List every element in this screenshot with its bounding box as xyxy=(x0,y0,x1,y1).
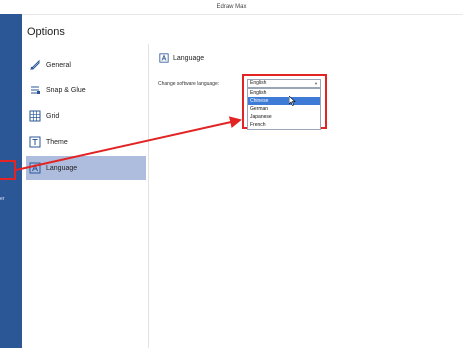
annotation-arrow xyxy=(15,116,242,171)
